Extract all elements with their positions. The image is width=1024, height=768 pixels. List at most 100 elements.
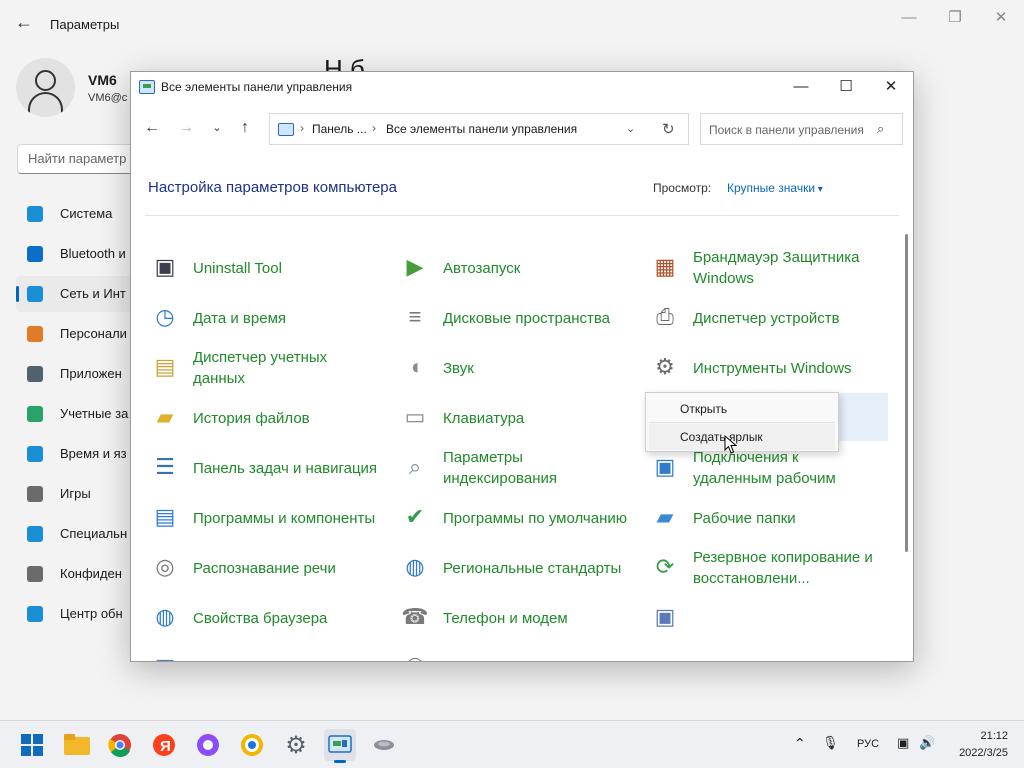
cp-item[interactable]: ▣ Uninstall Tool — [131, 243, 376, 291]
divider — [145, 215, 899, 216]
browser-icon — [241, 734, 263, 756]
cp-item[interactable]: ▣ — [131, 643, 376, 661]
cp-item[interactable]: ▣ — [631, 593, 876, 641]
yandex-button[interactable]: Я — [148, 729, 180, 761]
nav-item[interactable]: Приложен — [16, 356, 146, 392]
settings-button[interactable]: ⚙ — [280, 729, 312, 761]
address-bar[interactable]: › Панель ... › Все элементы панели управ… — [269, 113, 689, 145]
breadcrumb-all-items[interactable]: Все элементы панели управления — [386, 122, 577, 136]
minimize-icon[interactable]: — — [786, 76, 816, 98]
nav-item-label: Приложен — [60, 366, 122, 381]
input-language[interactable]: РУС — [857, 738, 879, 750]
close-icon[interactable]: ✕ — [876, 76, 906, 98]
cp-item[interactable]: ⚇ Учетные записи — [381, 643, 626, 661]
breadcrumb-chevron-icon[interactable]: › — [372, 121, 376, 135]
nav-item[interactable]: Игры — [16, 476, 146, 512]
avatar[interactable] — [16, 58, 75, 117]
minimize-icon[interactable]: — — [896, 8, 922, 28]
cp-item[interactable]: ⎙ Диспетчер устройств — [631, 293, 876, 341]
nav-item[interactable]: Система — [16, 196, 146, 232]
maximize-icon[interactable]: ☐ — [831, 76, 861, 98]
start-button[interactable] — [16, 729, 48, 761]
recent-locations-chevron-icon[interactable]: ⌄ — [207, 118, 227, 138]
control-panel-taskbar-button[interactable] — [324, 729, 356, 763]
cp-item[interactable]: ⚙ Инструменты Windows — [631, 343, 876, 391]
cp-search-input[interactable] — [709, 121, 869, 139]
volume-icon[interactable]: 🔊 — [919, 735, 935, 751]
partial-icon: ▣ — [654, 604, 676, 629]
cp-item[interactable]: ☎ Телефон и модем — [381, 593, 626, 641]
cp-item[interactable]: ▰ История файлов — [131, 393, 376, 441]
view-mode-dropdown[interactable]: Крупные значки — [727, 181, 823, 195]
browser-button[interactable] — [236, 729, 268, 761]
device-manager-icon: ⎙ — [656, 304, 674, 329]
scrollbar[interactable] — [905, 234, 908, 552]
firewall-icon: ▦ — [654, 254, 676, 279]
context-menu-create-shortcut[interactable]: Создать ярлык — [649, 424, 835, 450]
clock-time[interactable]: 21:12 — [960, 730, 1008, 742]
microphone-icon: ◎ — [155, 554, 175, 579]
nav-item-label: Конфиден — [60, 566, 122, 581]
cp-item[interactable]: ☰ Панель задач и навигация — [131, 443, 377, 491]
cp-item[interactable]: ▦ Брандмауэр Защитника Windows — [631, 243, 876, 291]
context-menu: Открыть Создать ярлык — [645, 392, 839, 452]
chrome-button[interactable] — [104, 729, 136, 761]
microphone-icon[interactable]: 🎙 — [822, 735, 839, 751]
nav-item[interactable]: Конфиден — [16, 556, 146, 592]
cp-titlebar[interactable]: Все элементы панели управления — ☐ ✕ — [131, 72, 913, 102]
cp-item[interactable]: ▶ Автозапуск — [381, 243, 626, 291]
cp-item[interactable]: ◍ Свойства браузера — [131, 593, 376, 641]
tray-chevron-up-icon[interactable]: ⌃ — [794, 735, 806, 752]
cp-item-label: Параметры индексирования — [443, 449, 557, 487]
nav-item[interactable]: Bluetooth и — [16, 236, 146, 272]
forward-arrow-icon[interactable]: → — [176, 118, 196, 138]
nav-item[interactable]: Учетные за — [16, 396, 146, 432]
nav-item[interactable]: Сеть и Инт — [16, 276, 146, 312]
mouse-app-button[interactable] — [368, 729, 400, 761]
close-icon[interactable]: ✕ — [988, 8, 1014, 28]
cp-item[interactable]: ◍ Региональные стандарты — [381, 543, 626, 591]
shield-icon — [27, 566, 43, 582]
file-explorer-button[interactable] — [61, 729, 93, 761]
cp-item[interactable]: ◎ Распознавание речи — [131, 543, 376, 591]
wifi-icon — [27, 286, 43, 302]
cp-item[interactable]: ▤ Программы и компоненты — [131, 493, 376, 541]
cp-item-label: Дата и время — [193, 309, 287, 327]
mouse-icon — [374, 740, 394, 750]
search-icon[interactable]: ⌕ — [877, 121, 884, 137]
phone-modem-icon: ☎ — [401, 604, 429, 629]
region-globe-icon: ◍ — [405, 554, 425, 579]
address-dropdown-icon[interactable]: ⌄ — [626, 122, 635, 135]
autoplay-icon: ▶ — [406, 254, 424, 279]
cp-item[interactable]: ⟳ Резервное копирование и восстановлени..… — [631, 543, 876, 591]
control-panel-icon — [139, 80, 155, 94]
up-arrow-icon[interactable]: ↑ — [235, 118, 255, 138]
nav-item[interactable]: Персонали — [16, 316, 146, 352]
nav-item[interactable]: Специальн — [16, 516, 146, 552]
clock-date[interactable]: 2022/3/25 — [940, 747, 1008, 759]
cp-item[interactable]: ◷ Дата и время — [131, 293, 376, 341]
nav-item[interactable]: Центр обн — [16, 596, 146, 632]
back-arrow-icon[interactable]: ← — [142, 118, 162, 138]
breadcrumb-control-panel[interactable]: Панель ... — [312, 122, 367, 136]
alice-button[interactable] — [192, 729, 224, 761]
cp-item[interactable]: ▰ Рабочие папки — [631, 493, 876, 541]
cp-item[interactable]: ≡ Дисковые пространства — [381, 293, 626, 341]
cp-search-box[interactable]: ⌕ — [700, 113, 903, 145]
cp-item-label: Резервное копирование и восстановлени... — [693, 549, 873, 587]
restore-icon[interactable]: ❐ — [942, 8, 968, 28]
cp-item-label: Диспетчер учетных данных — [193, 349, 328, 387]
cp-item[interactable]: ▭ Клавиатура — [381, 393, 626, 441]
cp-item[interactable]: ▤ Диспетчер учетных данных — [131, 343, 376, 391]
cp-item[interactable]: ⌕ Параметры индексирования — [381, 443, 626, 491]
nav-item[interactable]: Время и яз — [16, 436, 146, 472]
settings-search-input[interactable]: Найти параметр — [17, 144, 137, 174]
breadcrumb-chevron-icon[interactable]: › — [300, 121, 304, 135]
refresh-icon[interactable]: ↻ — [662, 120, 675, 138]
context-menu-open[interactable]: Открыть — [649, 396, 835, 422]
cp-item[interactable]: ✔ Программы по умолчанию — [381, 493, 627, 541]
network-icon[interactable]: ▣ — [897, 735, 909, 751]
cp-item-label — [693, 597, 878, 639]
cp-item[interactable]: ◖ Звук — [381, 343, 626, 391]
back-arrow-icon[interactable]: ← — [14, 12, 34, 32]
